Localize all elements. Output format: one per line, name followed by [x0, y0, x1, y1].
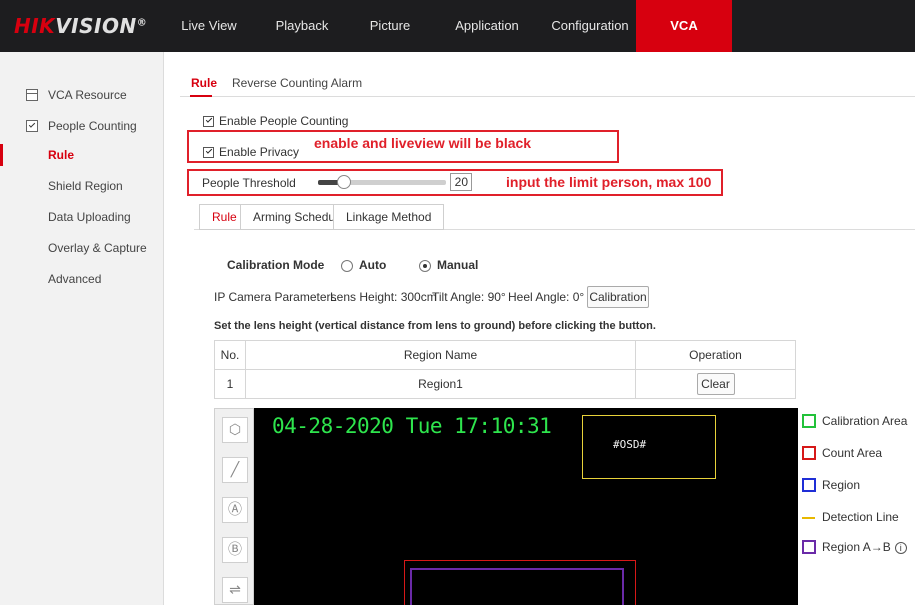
clear-button[interactable]: Clear — [696, 373, 735, 395]
people-counting-icon — [26, 120, 38, 132]
column-header-operation: Operation — [635, 340, 796, 370]
info-icon[interactable]: i — [894, 541, 907, 554]
sidebar-item-overlay-capture[interactable]: Overlay & Capture — [0, 235, 164, 261]
nav-picture[interactable]: Picture — [360, 0, 420, 52]
sidebar-item-shield-region[interactable]: Shield Region — [0, 173, 164, 199]
live-video-preview[interactable]: 04-28-2020 Tue 17:10:31 #OSD# — [254, 408, 798, 605]
table-header-row: No. Region Name Operation — [214, 340, 796, 370]
threshold-annotation-text: input the limit person, max 100 — [506, 174, 712, 190]
enable-people-counting-label: Enable People Counting — [219, 114, 349, 128]
people-threshold-slider[interactable] — [318, 175, 446, 189]
osd-region[interactable]: #OSD# — [582, 415, 716, 479]
nav-application[interactable]: Application — [447, 0, 527, 52]
nav-vca[interactable]: VCA — [636, 0, 732, 52]
people-threshold-input[interactable] — [450, 173, 472, 191]
nav-live-view[interactable]: Live View — [176, 0, 242, 52]
nav-configuration[interactable]: Configuration — [545, 0, 635, 52]
enable-people-counting-checkbox[interactable] — [203, 116, 214, 127]
tab-rule[interactable]: Rule — [191, 76, 217, 90]
subtab-linkage-method[interactable]: Linkage Method — [333, 204, 445, 230]
region-a-b-swatch — [802, 540, 816, 554]
region-table: No. Region Name Operation 1 Region1 Clea… — [214, 340, 796, 399]
vca-resource-icon — [26, 89, 38, 101]
auto-radio[interactable] — [341, 260, 353, 272]
auto-radio-label: Auto — [359, 258, 387, 272]
calibration-hint: Set the lens height (vertical distance f… — [214, 320, 656, 332]
calibration-button[interactable]: Calibration — [587, 286, 649, 308]
line-icon[interactable]: ╱ — [222, 457, 248, 483]
tab-reverse-counting-alarm[interactable]: Reverse Counting Alarm — [232, 76, 362, 90]
osd-timestamp: 04-28-2020 Tue 17:10:31 — [272, 414, 552, 438]
calibration-mode-label: Calibration Mode — [227, 258, 325, 272]
top-navigation: HIKVISION® Live View Playback Picture Ap… — [0, 0, 915, 52]
sidebar-item-label: VCA Resource — [48, 88, 127, 102]
sidebar-vca-resource[interactable]: VCA Resource — [0, 82, 164, 108]
people-threshold-label: People Threshold — [202, 176, 296, 190]
enable-privacy-label: Enable Privacy — [219, 145, 300, 159]
count-area-swatch — [802, 446, 816, 460]
sidebar-item-advanced[interactable]: Advanced — [0, 266, 164, 292]
tilt-angle-value: Tilt Angle: 90° — [432, 290, 506, 304]
nav-playback[interactable]: Playback — [270, 0, 334, 52]
column-header-region-name: Region Name — [245, 340, 636, 370]
sidebar-item-rule[interactable]: Rule — [0, 142, 164, 168]
enable-privacy-checkbox[interactable] — [203, 147, 214, 158]
region-ab-outline[interactable] — [410, 568, 624, 605]
hexagon-icon[interactable]: ⬡ — [222, 417, 248, 443]
table-row[interactable]: 1 Region1 Clear — [214, 369, 796, 399]
calibration-area-swatch — [802, 414, 816, 428]
osd-label: #OSD# — [613, 438, 647, 451]
row-number: 1 — [214, 369, 246, 399]
detection-line-swatch — [802, 517, 815, 519]
ip-camera-parameters-label: IP Camera Parameters — [214, 290, 337, 304]
drawing-toolbar: ⬡ ╱ Ⓐ Ⓑ ⇌ — [214, 408, 254, 605]
sidebar-item-data-uploading[interactable]: Data Uploading — [0, 204, 164, 230]
column-header-no: No. — [214, 340, 246, 370]
slider-handle[interactable] — [337, 175, 351, 189]
region-a-icon[interactable]: Ⓐ — [222, 497, 248, 523]
swap-icon[interactable]: ⇌ — [222, 577, 248, 603]
sidebar-item-label: People Counting — [48, 119, 137, 133]
manual-radio[interactable] — [419, 260, 431, 272]
region-swatch — [802, 478, 816, 492]
manual-radio-label: Manual — [437, 258, 479, 272]
tab-divider — [180, 96, 915, 97]
active-tab-indicator — [190, 95, 212, 97]
privacy-annotation-text: enable and liveview will be black — [314, 135, 532, 151]
region-b-icon[interactable]: Ⓑ — [222, 537, 248, 563]
hikvision-logo: HIKVISION® — [14, 14, 148, 38]
sidebar-people-counting[interactable]: People Counting — [0, 113, 164, 139]
row-operation: Clear — [635, 369, 796, 399]
sidebar: VCA Resource People Counting Rule Shield… — [0, 52, 164, 605]
heel-angle-value: Heel Angle: 0° — [508, 290, 585, 304]
row-region-name: Region1 — [245, 369, 636, 399]
lens-height-value: Lens Height: 300cm — [330, 290, 437, 304]
